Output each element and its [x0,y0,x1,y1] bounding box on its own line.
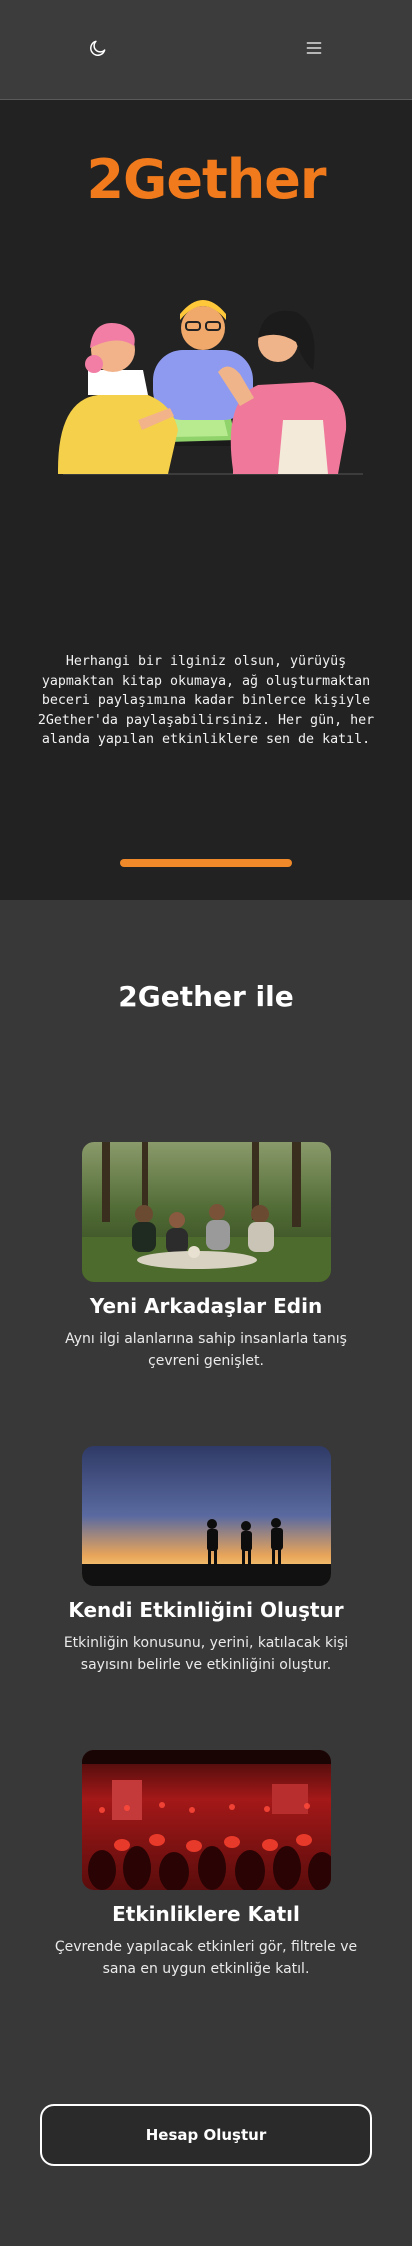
feature-description: Aynı ilgi alanlarına sahip insanlarla ta… [65,1331,347,1369]
people-collaborating-illustration [58,300,363,475]
hikers-sunset-photo [82,1446,331,1586]
feature-title: Kendi Etkinliğini Oluştur [68,1598,344,1622]
menu-button[interactable] [300,34,328,62]
hero-section: 2Gether Herhangi bir ilginiz olsun, yürü… [0,100,412,900]
app-logo: 2Gether [86,148,326,211]
section-title: 2Gether ile [118,980,294,1013]
top-navigation-bar [0,0,412,100]
hero-accent-bar [120,859,292,867]
feature-title: Yeni Arkadaşlar Edin [89,1294,323,1318]
friends-picnic-photo [82,1142,331,1282]
theme-toggle-button[interactable] [84,34,112,62]
features-section: 2Gether ile Yeni Arkadaşlar Edin Aynı il… [0,900,412,2246]
feature-description: Çevrende yapılacak etkinleri gör, filtre… [54,1939,358,1977]
feature-description: Etkinliğin konusunu, yerini, katılacak k… [63,1635,349,1673]
concert-crowd-photo [82,1750,331,1890]
hamburger-menu-icon [306,42,322,54]
feature-title: Etkinliklere Katıl [112,1902,300,1926]
create-account-button[interactable]: Hesap Oluştur [40,2104,372,2166]
moon-icon [90,40,106,56]
hero-description: Herhangi bir ilginiz olsun, yürüyüş yapm… [37,654,375,747]
